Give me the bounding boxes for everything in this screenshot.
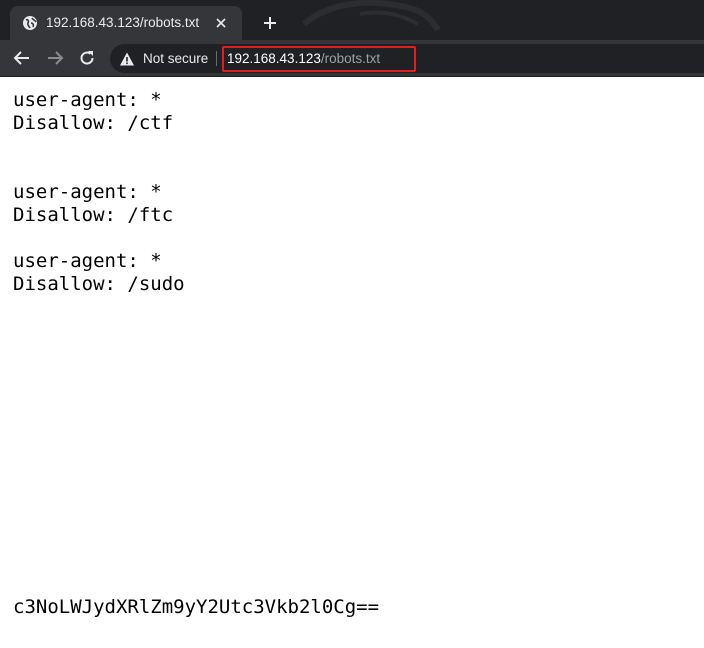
url-field[interactable]: 192.168.43.123/robots.txt [227, 50, 380, 67]
encoded-string: c3NoLWJydXRlZm9yY2Utc3Vkb2l0Cg== [13, 596, 380, 618]
browser-toolbar: Not secure 192.168.43.123/robots.txt [0, 40, 704, 77]
plus-icon [264, 17, 276, 29]
dragon-logo-watermark [302, 0, 440, 32]
robots-line: Disallow: /sudo [13, 273, 185, 295]
close-icon[interactable] [210, 12, 232, 34]
robots-line: user-agent: * [13, 181, 162, 203]
address-bar[interactable]: Not secure 192.168.43.123/robots.txt [110, 44, 704, 73]
url-host: 192.168.43.123 [227, 51, 321, 66]
robots-line: Disallow: /ftc [13, 204, 174, 226]
page-content: user-agent: * Disallow: /ctf user-agent:… [0, 77, 704, 648]
browser-window: 192.168.43.123/robots.txt Not secure 192… [0, 0, 704, 648]
robots-line: user-agent: * [13, 250, 162, 272]
reload-icon [80, 51, 94, 65]
arrow-right-icon [48, 51, 64, 65]
tab-title: 192.168.43.123/robots.txt [46, 15, 200, 30]
back-button[interactable] [11, 47, 33, 69]
reload-button[interactable] [76, 47, 98, 69]
robots-line: user-agent: * [13, 89, 162, 111]
robots-txt-body: user-agent: * Disallow: /ctf user-agent:… [13, 89, 185, 296]
new-tab-button[interactable] [258, 11, 282, 35]
globe-icon [22, 15, 38, 31]
forward-button[interactable] [44, 47, 66, 69]
tab-active[interactable]: 192.168.43.123/robots.txt [10, 6, 242, 40]
omnibox-divider [216, 51, 217, 66]
robots-line: Disallow: /ctf [13, 112, 174, 134]
url-path: /robots.txt [320, 51, 381, 66]
arrow-left-icon [13, 51, 29, 65]
security-status[interactable]: Not secure [143, 50, 208, 67]
warning-triangle-icon[interactable] [119, 51, 135, 67]
tab-strip: 192.168.43.123/robots.txt [0, 0, 704, 40]
